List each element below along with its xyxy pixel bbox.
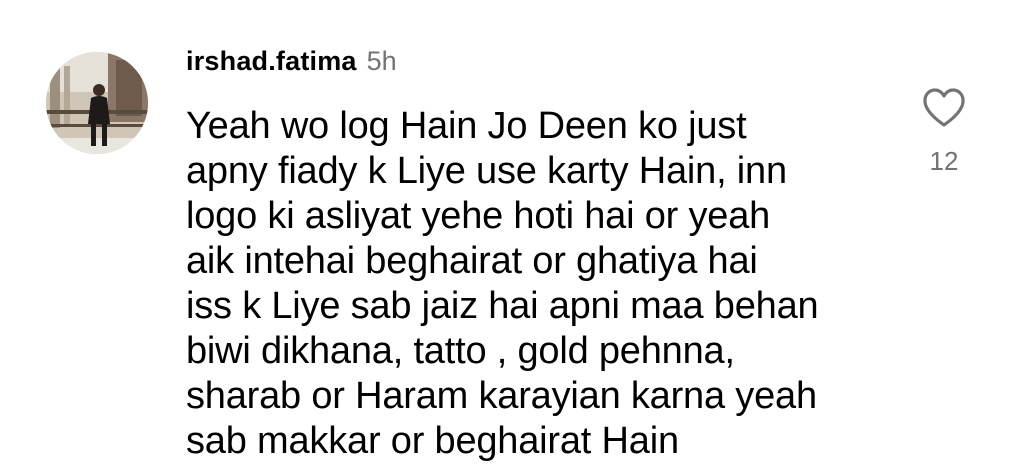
comment-header: irshad.fatima 5h: [186, 46, 397, 86]
heart-outline-icon[interactable]: [920, 84, 968, 132]
comment: irshad.fatima 5h Yeah wo log Hain Jo Dee…: [0, 0, 1024, 466]
username-link[interactable]: irshad.fatima: [186, 46, 357, 77]
avatar-photo: [46, 52, 148, 154]
avatar[interactable]: [46, 52, 148, 154]
like-count: 12: [929, 146, 959, 176]
comment-text: Yeah wo log Hain Jo Deen ko just apny fi…: [186, 105, 819, 462]
comment-timestamp: 5h: [366, 46, 397, 76]
like-control: 12: [912, 84, 976, 177]
